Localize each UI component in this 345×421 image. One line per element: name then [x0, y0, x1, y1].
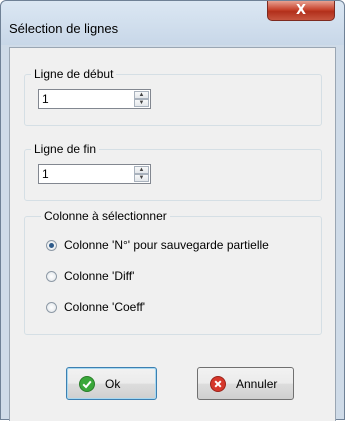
spin-down-icon[interactable]: ▼	[134, 99, 149, 107]
end-line-value[interactable]: 1	[42, 167, 49, 181]
start-line-label: Ligne de début	[31, 67, 117, 81]
column-selection-group: Colonne à sélectionner Colonne 'N°' pour…	[24, 209, 322, 335]
start-line-spinner[interactable]: 1 ▲ ▼	[38, 89, 151, 109]
spin-up-icon[interactable]: ▲	[134, 91, 149, 99]
start-line-spin-buttons: ▲ ▼	[134, 91, 149, 107]
radio-button[interactable]	[46, 239, 57, 251]
start-line-value[interactable]: 1	[42, 92, 49, 106]
cancel-icon	[210, 375, 226, 392]
radio-option-label: Colonne 'Diff'	[64, 269, 135, 283]
ok-button[interactable]: Ok	[66, 367, 157, 400]
spin-down-icon[interactable]: ▼	[134, 174, 149, 182]
spin-up-icon[interactable]: ▲	[134, 166, 149, 174]
radio-option-coeff[interactable]: Colonne 'Coeff'	[46, 300, 145, 314]
dialog-body: Ligne de début 1 ▲ ▼ Ligne de fin 1 ▲ ▼	[9, 47, 336, 421]
radio-option-label: Colonne 'Coeff'	[64, 300, 146, 314]
check-icon	[79, 375, 95, 392]
cancel-button-label: Annuler	[236, 376, 278, 391]
column-selection-label: Colonne à sélectionner	[41, 209, 170, 223]
radio-button[interactable]	[46, 301, 57, 313]
window-title: Sélection de lignes	[9, 21, 119, 36]
start-line-group: Ligne de début 1 ▲ ▼	[24, 67, 322, 126]
radio-button[interactable]	[46, 270, 57, 282]
end-line-label: Ligne de fin	[31, 142, 100, 156]
radio-selected-dot	[49, 242, 54, 248]
close-icon: X	[295, 3, 307, 18]
close-button[interactable]: X	[267, 1, 335, 21]
radio-option-n[interactable]: Colonne 'N°' pour sauvegarde partielle	[46, 238, 269, 252]
end-line-group: Ligne de fin 1 ▲ ▼	[24, 142, 322, 201]
cancel-button[interactable]: Annuler	[197, 367, 294, 400]
end-line-spinner[interactable]: 1 ▲ ▼	[38, 164, 151, 184]
end-line-spin-buttons: ▲ ▼	[134, 166, 149, 182]
radio-option-label: Colonne 'N°' pour sauvegarde partielle	[64, 238, 269, 252]
ok-button-label: Ok	[105, 376, 121, 391]
dialog-window: Sélection de lignes X Ligne de début 1 ▲…	[0, 0, 345, 421]
radio-option-diff[interactable]: Colonne 'Diff'	[46, 269, 134, 283]
